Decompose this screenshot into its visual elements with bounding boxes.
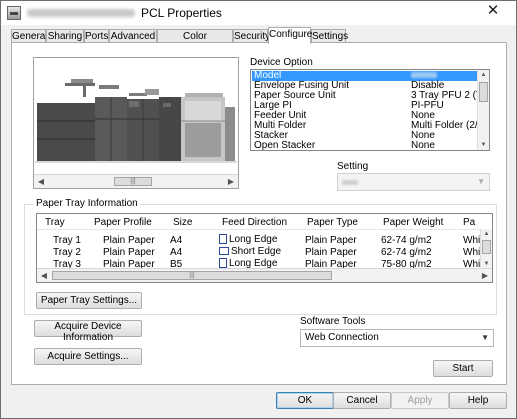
cell-tray[interactable]: Tray 2 <box>53 247 81 258</box>
acquire-device-information-button[interactable]: Acquire Device Information <box>34 320 142 343</box>
setting-label: Setting <box>337 161 369 172</box>
long-edge-feed-icon <box>219 258 227 269</box>
configure-page: ◀ ||| ▶ Device Option Model Envelope Fus… <box>11 42 507 385</box>
properties-window: PCL Properties ✕ General Sharing Ports A… <box>0 0 517 419</box>
close-icon: ✕ <box>486 2 500 19</box>
scroll-right-icon[interactable]: ▶ <box>478 269 492 282</box>
cell-pa: Whi <box>463 247 481 258</box>
apply-button[interactable]: Apply <box>391 392 449 409</box>
option-row[interactable]: Open Stacker None <box>252 141 477 151</box>
device-option-label: Device Option <box>250 57 313 68</box>
device-option-vscroll[interactable]: ▲ ▼ <box>477 70 489 150</box>
cell-tray[interactable]: Tray 1 <box>53 235 81 246</box>
tab-general[interactable]: General <box>11 29 48 43</box>
short-edge-feed-icon <box>219 247 229 256</box>
cell-feed: Short Edge <box>219 246 281 257</box>
scroll-thumb[interactable]: ||| <box>52 271 332 280</box>
software-tools-label: Software Tools <box>300 316 366 327</box>
chevron-down-icon: ▼ <box>481 333 489 342</box>
device-image-panel: ◀ ||| ▶ <box>33 57 239 189</box>
start-button[interactable]: Start <box>433 360 493 377</box>
tab-configure[interactable]: Configure <box>268 27 312 44</box>
software-tools-value: Web Connection <box>305 332 379 343</box>
title-bar: PCL Properties ✕ <box>1 1 516 25</box>
redacted-printer-name <box>27 9 135 17</box>
device-option-list[interactable]: Model Envelope Fusing Unit Disable Paper … <box>250 69 490 151</box>
scroll-up-icon[interactable]: ▲ <box>481 229 492 239</box>
cell-feed: Long Edge <box>219 234 277 245</box>
scroll-left-icon[interactable]: ◀ <box>37 269 51 282</box>
col-header-paper-profile[interactable]: Paper Profile <box>94 217 152 228</box>
cell-profile: Plain Paper <box>103 235 155 246</box>
tab-sharing[interactable]: Sharing <box>46 29 84 43</box>
paper-tray-settings-button[interactable]: Paper Tray Settings... <box>36 292 142 309</box>
tray-table-vscroll[interactable]: ▲ ▼ <box>480 229 492 269</box>
cell-type: Plain Paper <box>305 247 357 258</box>
setting-combo[interactable]: ▼ <box>337 173 490 191</box>
tab-advanced[interactable]: Advanced <box>109 29 157 43</box>
cell-pa: Whi <box>463 235 481 246</box>
acquire-settings-button[interactable]: Acquire Settings... <box>34 348 142 365</box>
col-header-size[interactable]: Size <box>173 217 192 228</box>
tab-ports[interactable]: Ports <box>84 29 109 43</box>
long-edge-feed-icon <box>219 234 227 245</box>
redacted-setting-value <box>342 180 358 185</box>
tab-security[interactable]: Security <box>233 29 270 43</box>
cell-weight: 62-74 g/m2 <box>381 247 432 258</box>
paper-tray-table[interactable]: Tray Paper Profile Size Feed Direction P… <box>36 213 493 283</box>
tab-settings[interactable]: Settings <box>311 29 348 43</box>
col-header-paper-weight[interactable]: Paper Weight <box>383 217 443 228</box>
scroll-right-icon[interactable]: ▶ <box>224 175 238 188</box>
scroll-thumb[interactable] <box>482 240 491 254</box>
redacted-model-value <box>411 72 437 79</box>
cell-type: Plain Paper <box>305 235 357 246</box>
paper-tray-group-title: Paper Tray Information <box>34 198 140 209</box>
scroll-up-icon[interactable]: ▲ <box>478 70 489 80</box>
cell-size: A4 <box>170 235 183 246</box>
scroll-thumb[interactable]: ||| <box>114 177 152 186</box>
scroll-left-icon[interactable]: ◀ <box>34 175 48 188</box>
cancel-button[interactable]: Cancel <box>333 392 391 409</box>
col-header-pa[interactable]: Pa <box>463 217 475 228</box>
chevron-down-icon: ▼ <box>477 177 485 186</box>
ok-button[interactable]: OK <box>276 392 334 409</box>
cell-profile: Plain Paper <box>103 247 155 258</box>
tab-color-management[interactable]: Color Management <box>157 29 233 55</box>
col-header-feed-direction[interactable]: Feed Direction <box>222 217 287 228</box>
tray-table-hscroll[interactable]: ◀ ||| ▶ <box>37 268 492 282</box>
device-image-hscroll[interactable]: ◀ ||| ▶ <box>34 174 238 188</box>
close-button[interactable]: ✕ <box>476 1 510 21</box>
cell-weight: 62-74 g/m2 <box>381 235 432 246</box>
scroll-thumb[interactable] <box>479 82 488 102</box>
help-button[interactable]: Help <box>449 392 507 409</box>
window-title: PCL Properties <box>141 6 222 20</box>
col-header-tray[interactable]: Tray <box>45 217 65 228</box>
cell-size: A4 <box>170 247 183 258</box>
printer-device-illustration <box>35 59 237 174</box>
header-divider <box>37 229 492 230</box>
scroll-down-icon[interactable]: ▼ <box>478 140 489 150</box>
printer-app-icon <box>7 6 21 20</box>
col-header-paper-type[interactable]: Paper Type <box>307 217 358 228</box>
software-tools-combo[interactable]: Web Connection ▼ <box>300 329 494 347</box>
